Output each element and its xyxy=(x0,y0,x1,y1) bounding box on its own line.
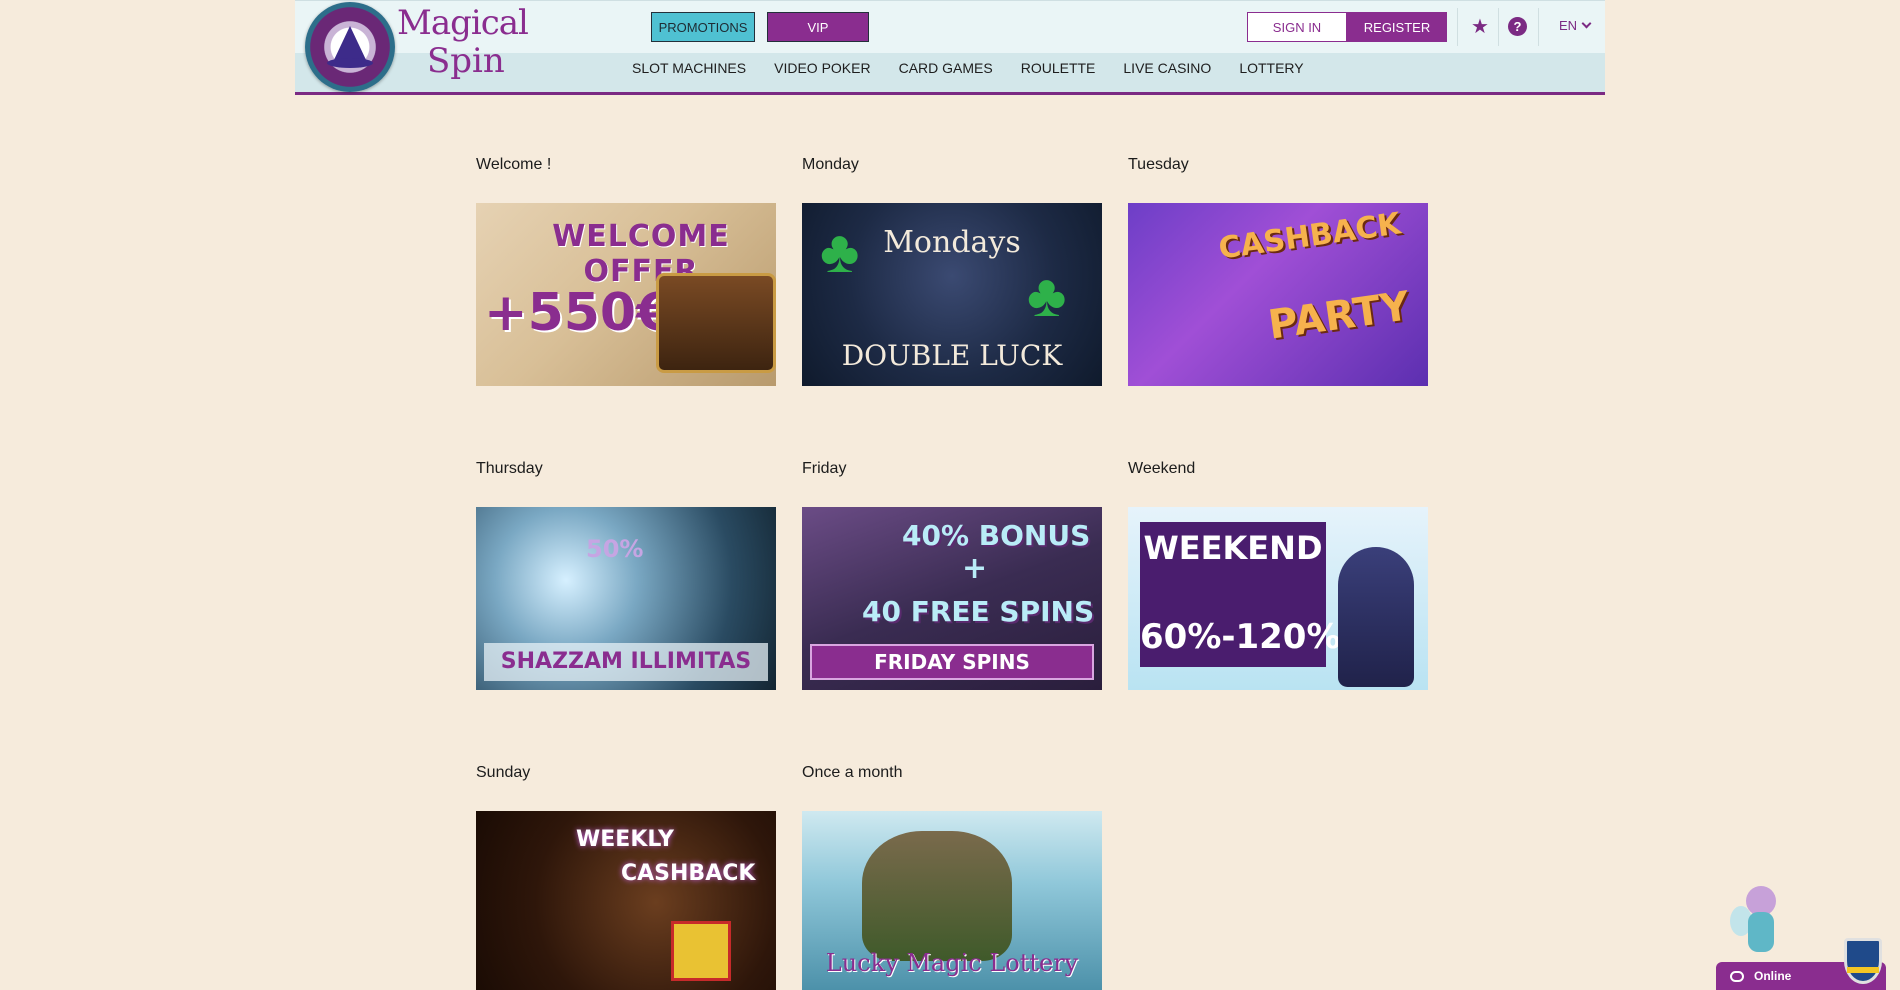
banner-footer: FRIDAY SPINS xyxy=(874,650,1030,674)
nav-item-card-games[interactable]: CARD GAMES xyxy=(899,60,993,76)
promo-card-thursday[interactable]: Thursday 50% SHAZZAM ILLIMITAS xyxy=(476,460,776,690)
nav-item-lottery[interactable]: LOTTERY xyxy=(1239,60,1303,76)
seal-stripe xyxy=(1847,967,1879,973)
promo-card-tuesday[interactable]: Tuesday CASHBACK PARTY xyxy=(1128,156,1428,386)
banner-percent: 50% xyxy=(586,535,644,563)
online-status-label: Online xyxy=(1754,969,1792,983)
promo-card-monday[interactable]: Monday ♣ ♣ Mondays DOUBLE LUCK xyxy=(802,156,1102,386)
promo-card-weekend[interactable]: Weekend WEEKEND 60%-120% xyxy=(1128,460,1428,690)
logo-line-1: Magical xyxy=(397,3,529,43)
promo-banner-weekend[interactable]: WEEKEND 60%-120% xyxy=(1128,507,1428,690)
banner-subline: CASHBACK xyxy=(621,861,756,886)
banner-subline: 40 FREE SPINS xyxy=(862,595,1095,628)
promo-card-welcome[interactable]: Welcome ! WELCOME OFFER +550€ xyxy=(476,156,776,386)
banner-amount: +550€ xyxy=(484,283,673,343)
promo-title: Once a month xyxy=(802,764,903,781)
logo-line-2: Spin xyxy=(427,41,505,81)
license-seal-icon[interactable] xyxy=(1844,938,1882,984)
promo-title: Weekend xyxy=(1128,460,1196,477)
header-divider xyxy=(1538,8,1539,46)
banner-subline: SHAZZAM ILLIMITAS xyxy=(500,649,752,674)
clover-icon: ♣ xyxy=(1027,262,1067,329)
promo-banner-sunday[interactable]: WEEKLY CASHBACK xyxy=(476,811,776,990)
wizard-hat-brim xyxy=(327,58,373,68)
nav-item-slot-machines[interactable]: SLOT MACHINES xyxy=(632,60,746,76)
nav-item-roulette[interactable]: ROULETTE xyxy=(1021,60,1096,76)
promo-title: Thursday xyxy=(476,460,543,477)
promo-card-friday[interactable]: Friday 40% BONUS + 40 FREE SPINS FRIDAY … xyxy=(802,460,1102,690)
help-icon[interactable]: ? xyxy=(1508,17,1527,36)
promo-banner-tuesday[interactable]: CASHBACK PARTY xyxy=(1128,203,1428,386)
logo-wordmark[interactable]: Magical Spin xyxy=(397,3,529,81)
chat-bubble-icon xyxy=(1730,970,1744,982)
nav-item-video-poker[interactable]: VIDEO POKER xyxy=(774,60,870,76)
promo-title: Tuesday xyxy=(1128,156,1189,173)
banner-subline: DOUBLE LUCK xyxy=(841,339,1063,372)
banner-headline: Lucky Magic Lottery xyxy=(825,949,1079,977)
promo-title: Welcome ! xyxy=(476,156,552,173)
fairy-body xyxy=(1748,912,1774,952)
vip-button[interactable]: VIP xyxy=(767,12,869,42)
banner-percent: 60%-120% xyxy=(1140,617,1341,657)
promo-title: Monday xyxy=(802,156,859,173)
logo-emblem[interactable] xyxy=(305,2,395,92)
banner-plus: + xyxy=(962,551,988,586)
wizard-hat-icon xyxy=(333,26,367,62)
promo-card-sunday[interactable]: Sunday WEEKLY CASHBACK xyxy=(476,764,776,990)
banner-headline: 40% BONUS xyxy=(902,519,1091,552)
main-nav: SLOT MACHINES VIDEO POKER CARD GAMES ROU… xyxy=(632,60,1332,76)
banner-headline: WEEKLY xyxy=(576,827,674,852)
banner-headline: WEEKEND xyxy=(1143,529,1323,567)
header-divider xyxy=(1498,8,1499,46)
treasure-chest-icon xyxy=(656,273,776,373)
star-icon[interactable]: ★ xyxy=(1468,15,1492,39)
fairy-mascot-icon[interactable] xyxy=(1728,876,1790,956)
nav-item-live-casino[interactable]: LIVE CASINO xyxy=(1123,60,1211,76)
promo-title: Friday xyxy=(802,460,847,477)
language-selector[interactable]: EN xyxy=(1559,18,1592,33)
promotions-button[interactable]: PROMOTIONS xyxy=(651,12,755,42)
promo-banner-thursday[interactable]: 50% SHAZZAM ILLIMITAS xyxy=(476,507,776,690)
banner-headline: Mondays xyxy=(883,225,1021,260)
promo-card-once-a-month[interactable]: Once a month Lucky Magic Lottery xyxy=(802,764,1102,990)
island-illustration xyxy=(862,831,1012,961)
promo-banner-monday[interactable]: ♣ ♣ Mondays DOUBLE LUCK xyxy=(802,203,1102,386)
promo-banner-friday[interactable]: 40% BONUS + 40 FREE SPINS FRIDAY SPINS xyxy=(802,507,1102,690)
banner-subline: PARTY xyxy=(1265,283,1413,349)
promo-banner-welcome[interactable]: WELCOME OFFER +550€ xyxy=(476,203,776,386)
sign-in-button[interactable]: SIGN IN xyxy=(1247,12,1347,42)
language-code: EN xyxy=(1559,18,1578,33)
promo-title: Sunday xyxy=(476,764,531,781)
chevron-down-icon xyxy=(1581,18,1592,29)
gift-icon xyxy=(671,921,731,981)
header-divider xyxy=(1457,8,1458,46)
banner-headline: CASHBACK xyxy=(1216,206,1403,267)
site-header: Magical Spin PROMOTIONS VIP SIGN IN REGI… xyxy=(295,0,1605,95)
wizard-icon xyxy=(1338,547,1414,687)
promo-banner-lottery[interactable]: Lucky Magic Lottery xyxy=(802,811,1102,990)
register-button[interactable]: REGISTER xyxy=(1347,12,1447,42)
